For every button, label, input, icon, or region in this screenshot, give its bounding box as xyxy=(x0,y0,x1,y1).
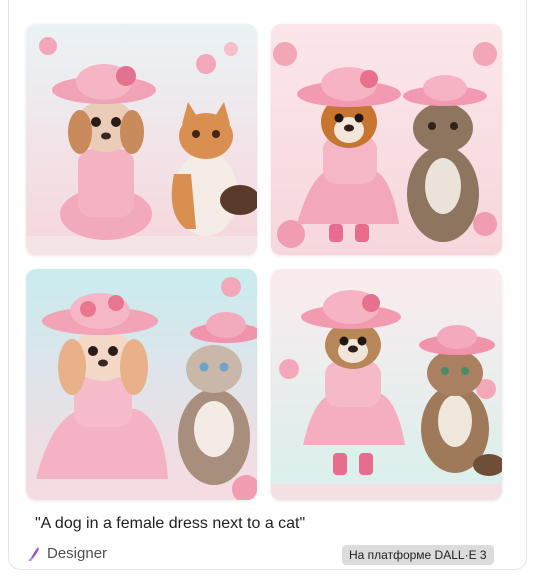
dog-and-cat-illustration-1 xyxy=(26,24,257,255)
designer-label: Designer xyxy=(47,545,108,562)
generated-image-3[interactable] xyxy=(26,269,257,500)
generated-image-4[interactable] xyxy=(271,269,502,500)
image-result-card: "A dog in a female dress next to a cat" xyxy=(8,0,527,570)
dog-and-cat-illustration-2 xyxy=(271,24,502,255)
dog-and-cat-illustration-3 xyxy=(26,269,257,500)
dog-and-cat-illustration-4 xyxy=(271,269,502,500)
generated-image-2[interactable] xyxy=(271,24,502,255)
generated-image-1[interactable] xyxy=(26,24,257,255)
designer-link[interactable]: Designer xyxy=(26,545,107,562)
platform-badge: На платформе DALL·E 3 xyxy=(342,545,494,565)
image-prompt-caption: "A dog in a female dress next to a cat" xyxy=(35,515,306,532)
designer-logo-icon xyxy=(28,546,39,561)
